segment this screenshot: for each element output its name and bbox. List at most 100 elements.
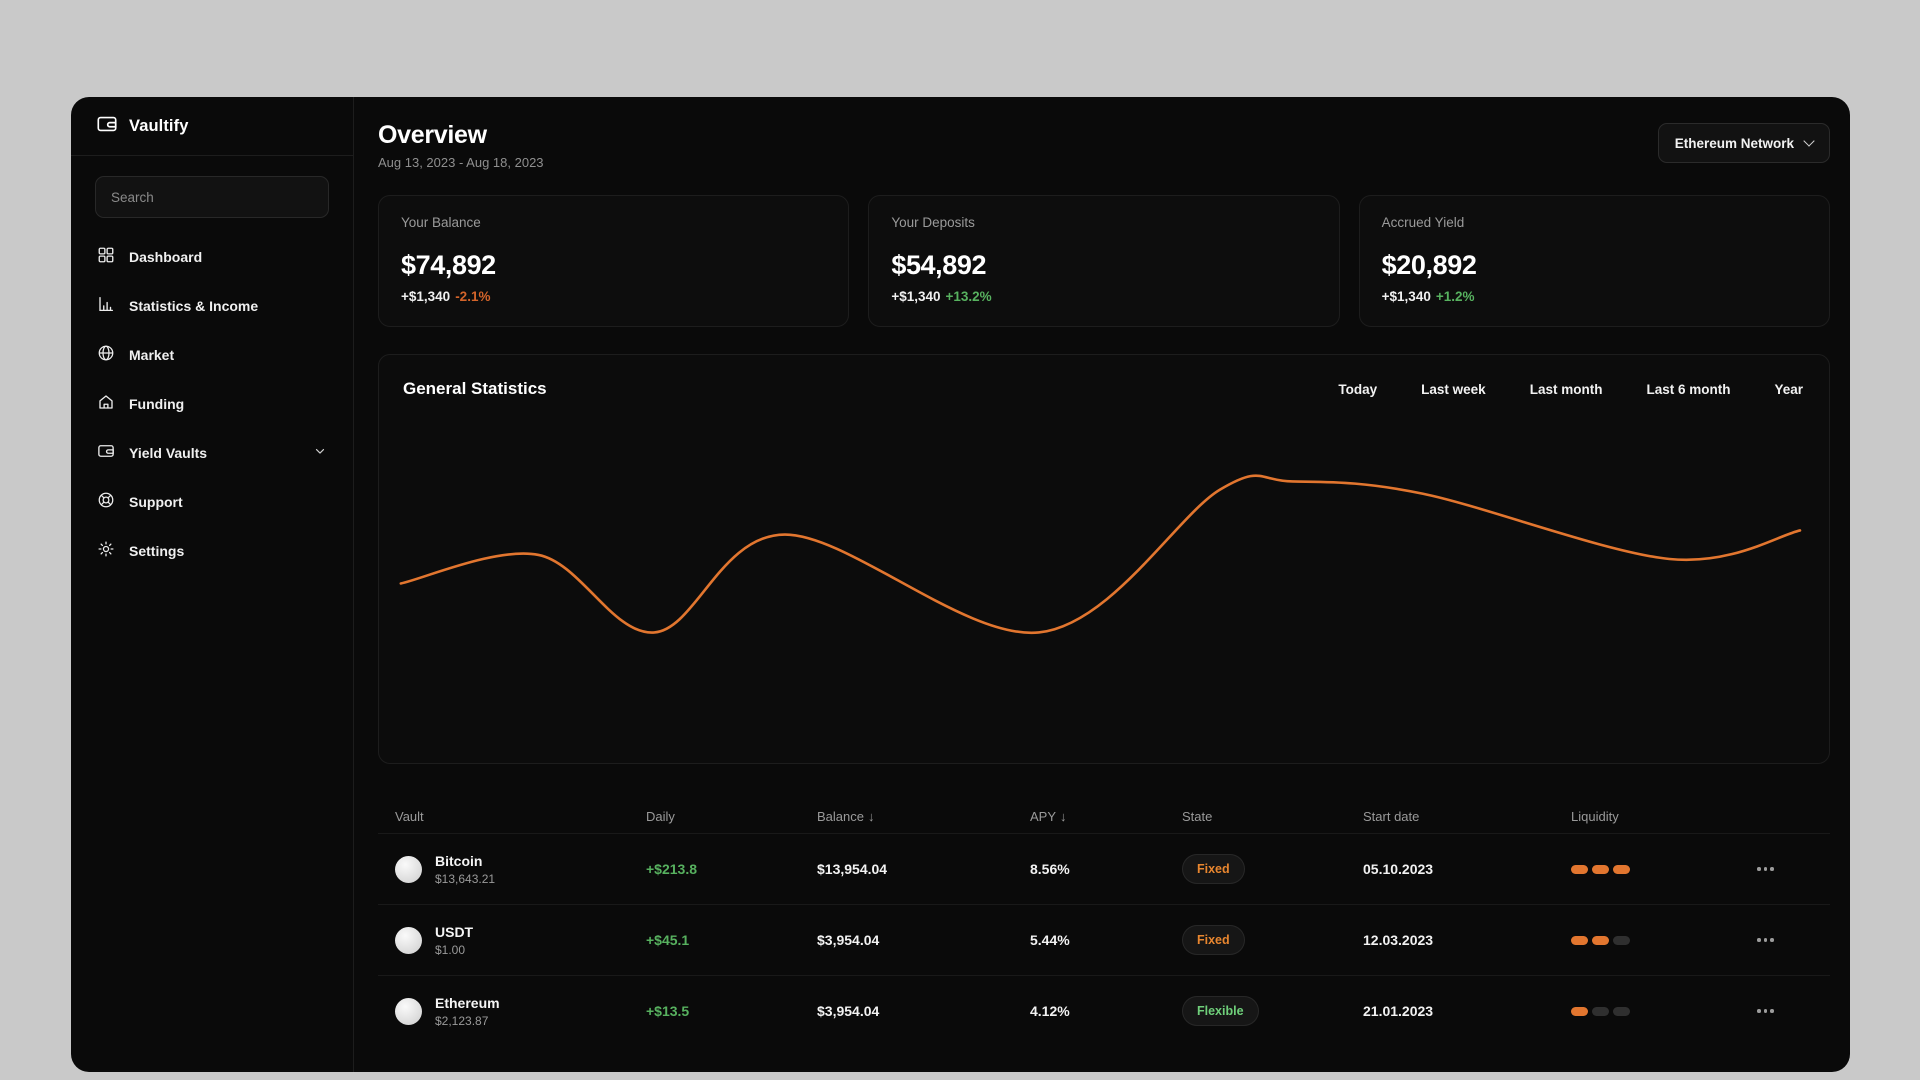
apy-value: 4.12% (1030, 1003, 1070, 1019)
sidebar: Vaultify Dashboard (71, 97, 354, 1072)
network-selector-label: Ethereum Network (1674, 135, 1794, 151)
sidebar-item-yield-vaults[interactable]: Yield Vaults (71, 428, 353, 477)
stat-card-label: Your Balance (401, 215, 481, 230)
liquidity-dash (1613, 864, 1630, 874)
balance-value: $3,954.04 (817, 1003, 880, 1019)
state-badge: Flexible (1182, 996, 1259, 1026)
stat-card-value: $20,892 (1381, 250, 1477, 280)
vault-cell: USDT $1.00 (395, 924, 646, 957)
column-header-apy[interactable]: APY ↓ (1030, 809, 1182, 824)
wallet-logo-icon (96, 113, 118, 140)
liquidity-indicator (1571, 935, 1751, 945)
main-content: Overview Aug 13, 2023 - Aug 18, 2023 Eth… (354, 97, 1850, 1072)
sidebar-item-label: Statistics & Income (129, 297, 259, 314)
coin-icon (395, 997, 422, 1025)
sidebar-item-label: Market (129, 346, 175, 363)
sidebar-item-label: Dashboard (129, 248, 203, 265)
column-header-start-date[interactable]: Start date (1363, 809, 1571, 824)
asset-price: $13,643.21 (435, 871, 496, 886)
app-logo: Vaultify (71, 97, 353, 156)
sort-down-icon: ↓ (1060, 808, 1067, 824)
liquidity-dash (1592, 935, 1609, 945)
liquidity-indicator (1571, 864, 1751, 874)
chart-title: General Statistics (403, 379, 547, 398)
column-header-state[interactable]: State (1182, 809, 1363, 824)
start-date: 12.03.2023 (1363, 932, 1434, 948)
column-header-balance[interactable]: Balance ↓ (817, 809, 1030, 824)
time-filters: Today Last week Last month Last 6 month … (1338, 382, 1803, 397)
asset-price: $2,123.87 (435, 1013, 489, 1028)
liquidity-dash (1571, 864, 1588, 874)
sidebar-item-dashboard[interactable]: Dashboard (71, 232, 353, 281)
date-range: Aug 13, 2023 - Aug 18, 2023 (378, 155, 544, 170)
state-badge: Fixed (1182, 925, 1245, 955)
filter-today[interactable]: Today (1338, 382, 1377, 397)
filter-year[interactable]: Year (1774, 382, 1803, 397)
stat-card-yield: Accrued Yield $20,892 +$1,340 +1.2% (1358, 195, 1830, 327)
home-icon (97, 393, 115, 414)
liquidity-dash (1592, 864, 1609, 874)
liquidity-dash (1613, 1006, 1630, 1016)
stat-card-value: $54,892 (891, 250, 987, 280)
sidebar-item-label: Settings (129, 542, 185, 559)
network-selector[interactable]: Ethereum Network (1657, 123, 1830, 163)
liquidity-indicator (1571, 1006, 1751, 1016)
stat-card-percent: -2.1% (455, 289, 491, 304)
ellipsis-icon[interactable] (1751, 938, 1830, 942)
stat-card-balance: Your Balance $74,892 +$1,340 -2.1% (378, 195, 850, 327)
stat-card-label: Your Deposits (891, 215, 975, 230)
stat-card-percent: +1.2% (1435, 289, 1475, 304)
stat-card-percent: +13.2% (945, 289, 992, 304)
sidebar-item-settings[interactable]: Settings (71, 526, 353, 575)
filter-last-6-month[interactable]: Last 6 month (1646, 382, 1730, 397)
ellipsis-icon[interactable] (1751, 1009, 1830, 1013)
liquidity-dash (1571, 935, 1588, 945)
table-row[interactable]: Bitcoin $13,643.21 +$213.8 $13,954.04 8.… (378, 833, 1830, 904)
statistics-line-chart (399, 474, 1802, 634)
liquidity-dash (1571, 1006, 1588, 1016)
app-window: Vaultify Dashboard (71, 97, 1850, 1072)
page-header: Overview Aug 13, 2023 - Aug 18, 2023 Eth… (378, 121, 1830, 170)
general-statistics-panel: General Statistics Today Last week Last … (378, 354, 1830, 764)
sidebar-item-label: Support (129, 493, 183, 510)
balance-value: $3,954.04 (817, 932, 880, 948)
asset-name: Bitcoin (435, 852, 483, 869)
gear-icon (97, 540, 115, 561)
sidebar-nav: Dashboard Statistics & Income Market Fun… (71, 232, 353, 575)
wallet-icon (97, 442, 115, 463)
sidebar-item-support[interactable]: Support (71, 477, 353, 526)
asset-name: USDT (435, 923, 474, 940)
sidebar-item-market[interactable]: Market (71, 330, 353, 379)
sidebar-item-label: Funding (129, 395, 185, 412)
vaults-table-header: Vault Daily Balance ↓ APY ↓ State Start da… (378, 799, 1830, 833)
filter-last-month[interactable]: Last month (1530, 382, 1603, 397)
state-badge: Fixed (1182, 854, 1245, 884)
ellipsis-icon[interactable] (1751, 867, 1830, 871)
asset-name: Ethereum (435, 994, 500, 1011)
daily-change: +$213.8 (646, 861, 697, 877)
page-title: Overview (378, 121, 487, 149)
column-header-liquidity[interactable]: Liquidity (1571, 809, 1751, 824)
vault-cell: Ethereum $2,123.87 (395, 995, 646, 1028)
apy-value: 5.44% (1030, 932, 1070, 948)
chevron-down-icon[interactable] (313, 444, 327, 461)
sidebar-item-label: Yield Vaults (129, 444, 208, 461)
coin-icon (395, 926, 422, 954)
sidebar-item-statistics[interactable]: Statistics & Income (71, 281, 353, 330)
vaults-table: Vault Daily Balance ↓ APY ↓ State Start da… (378, 799, 1830, 1046)
filter-last-week[interactable]: Last week (1421, 382, 1486, 397)
start-date: 21.01.2023 (1363, 1003, 1434, 1019)
column-header-vault[interactable]: Vault (395, 809, 646, 824)
stat-card-delta: +$1,340 +13.2% (891, 289, 992, 304)
table-row[interactable]: USDT $1.00 +$45.1 $3,954.04 5.44% Fixed … (378, 904, 1830, 975)
stat-cards: Your Balance $74,892 +$1,340 -2.1% Your D… (378, 195, 1830, 327)
globe-icon (97, 344, 115, 365)
apy-value: 8.56% (1030, 861, 1070, 877)
liquidity-dash (1613, 935, 1630, 945)
start-date: 05.10.2023 (1363, 861, 1434, 877)
sort-down-icon: ↓ (867, 808, 875, 824)
search-input[interactable] (95, 176, 329, 218)
column-header-daily[interactable]: Daily (646, 809, 817, 824)
table-row[interactable]: Ethereum $2,123.87 +$13.5 $3,954.04 4.12… (378, 975, 1830, 1046)
sidebar-item-funding[interactable]: Funding (71, 379, 353, 428)
